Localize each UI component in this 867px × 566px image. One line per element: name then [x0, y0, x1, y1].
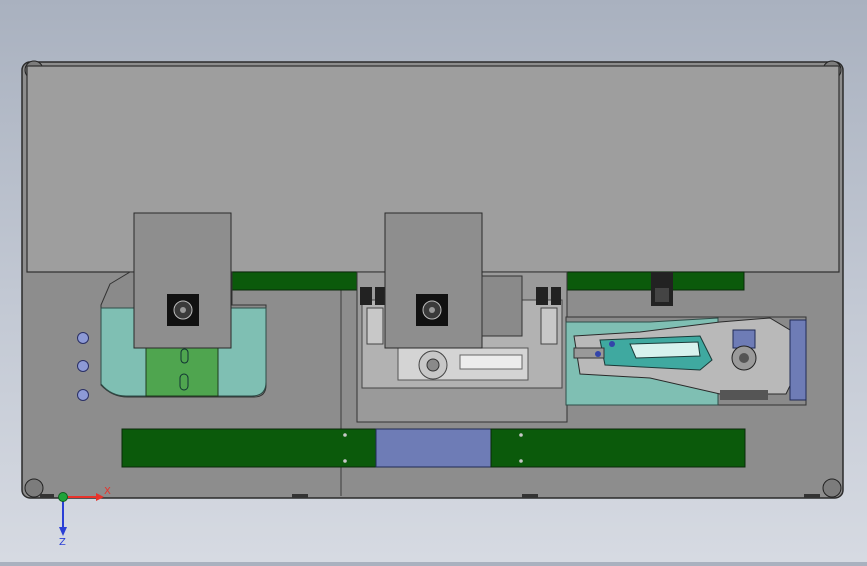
middle-gantry-carriage — [384, 212, 483, 349]
x-axis-label: X — [104, 486, 111, 497]
left-gantry-carriage — [133, 212, 232, 349]
light-green-plate — [145, 347, 219, 397]
right-assembly — [565, 316, 807, 406]
lower-rail-right — [490, 428, 746, 468]
machine-top-view: X Z — [21, 60, 844, 548]
sensor-dot — [77, 332, 89, 344]
blue-pad — [375, 428, 492, 468]
sensor-dot — [77, 389, 89, 401]
cad-viewport[interactable]: X Z — [0, 0, 867, 562]
lower-rail-left — [121, 428, 377, 468]
corner-foot — [822, 478, 842, 498]
sensor-dot — [77, 360, 89, 372]
upper-rail-left — [230, 271, 358, 291]
z-axis-label: Z — [59, 537, 66, 548]
y-axis-arrow — [58, 492, 68, 502]
